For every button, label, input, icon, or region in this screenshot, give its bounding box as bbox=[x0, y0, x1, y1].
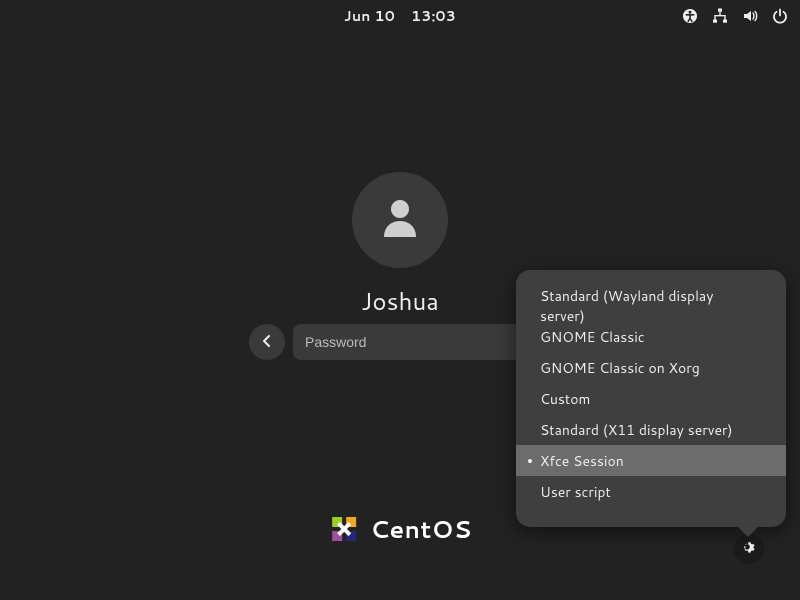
power-icon[interactable] bbox=[772, 8, 788, 24]
distro-name-label: CentOS bbox=[370, 512, 472, 546]
session-menu-item[interactable]: GNOME Classic on Xorg bbox=[516, 352, 786, 383]
session-menu-item-label: Custom bbox=[540, 389, 590, 409]
system-tray bbox=[682, 0, 788, 32]
session-menu-item-label: Xfce Session bbox=[540, 451, 624, 471]
session-gear-button[interactable] bbox=[734, 534, 764, 564]
session-menu-item-label: GNOME Classic bbox=[540, 327, 645, 347]
session-menu-item-label: Standard (X11 display server) bbox=[540, 420, 733, 440]
session-menu-item[interactable]: Standard (X11 display server) bbox=[516, 414, 786, 445]
datetime[interactable]: Jun 10 13:03 bbox=[344, 6, 456, 26]
accessibility-icon[interactable] bbox=[682, 8, 698, 24]
avatar bbox=[352, 172, 448, 268]
password-row bbox=[249, 324, 551, 360]
password-field-wrap bbox=[293, 324, 551, 360]
time-label: 13:03 bbox=[411, 6, 456, 26]
session-menu-item-label: Standard (Wayland display server) bbox=[540, 286, 762, 326]
session-menu-item-label: GNOME Classic on Xorg bbox=[540, 358, 700, 378]
top-bar: Jun 10 13:03 bbox=[0, 0, 800, 32]
selected-bullet-icon bbox=[528, 459, 532, 463]
session-menu: Standard (Wayland display server)GNOME C… bbox=[516, 270, 786, 527]
session-menu-item-label: User script bbox=[540, 482, 611, 502]
session-menu-item[interactable]: GNOME Classic bbox=[516, 321, 786, 352]
username-label: Joshua bbox=[361, 284, 439, 318]
volume-icon[interactable] bbox=[742, 8, 758, 24]
network-wired-icon[interactable] bbox=[712, 8, 728, 24]
avatar-icon bbox=[376, 193, 424, 247]
password-input[interactable] bbox=[305, 334, 521, 350]
date-label: Jun 10 bbox=[344, 6, 395, 26]
chevron-left-icon bbox=[260, 334, 274, 351]
session-menu-item[interactable]: Standard (Wayland display server) bbox=[516, 290, 786, 321]
session-menu-item[interactable]: Custom bbox=[516, 383, 786, 414]
distro-branding: CentOS bbox=[328, 512, 472, 546]
session-menu-item[interactable]: User script bbox=[516, 476, 786, 507]
back-button[interactable] bbox=[249, 324, 285, 360]
session-menu-item[interactable]: Xfce Session bbox=[516, 445, 786, 476]
centos-logo-icon bbox=[328, 513, 360, 545]
gear-icon bbox=[741, 540, 757, 559]
